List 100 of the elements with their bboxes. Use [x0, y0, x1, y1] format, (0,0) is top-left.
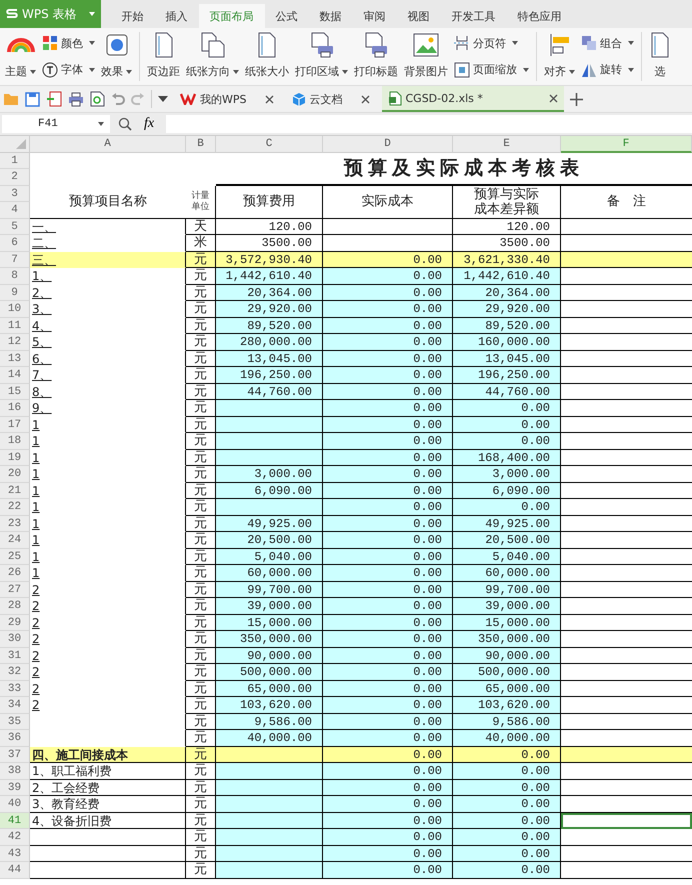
row-header[interactable]: 15 [0, 384, 30, 400]
ribbon-tab[interactable]: 视图 [396, 4, 441, 28]
ribbon-tab[interactable]: 特色应用 [506, 4, 573, 28]
ribbon-tab[interactable]: 开发工具 [440, 4, 507, 28]
row-header[interactable]: 29 [0, 614, 30, 631]
ribbon-button[interactable]: 选 [646, 28, 674, 85]
ribbon-tab[interactable]: 公式 [264, 4, 309, 28]
ribbon-button[interactable]: 组合 [578, 33, 637, 54]
row-header[interactable]: 37 [0, 746, 30, 763]
row-header[interactable]: 41 [0, 812, 30, 829]
table-cell[interactable] [561, 812, 692, 829]
app-menu-button[interactable]: WPS 表格 [0, 0, 101, 28]
row-header[interactable]: 2 [0, 169, 30, 186]
row-header[interactable]: 10 [0, 301, 30, 318]
table-cell[interactable] [561, 252, 692, 268]
row-header[interactable]: 25 [0, 548, 30, 565]
printer-icon[interactable] [68, 92, 84, 106]
row-header[interactable]: 8 [0, 268, 30, 284]
document-tab[interactable]: CGSD-02.xls * [382, 86, 564, 112]
save-icon[interactable] [25, 92, 40, 106]
row-header[interactable]: 4 [0, 202, 30, 218]
column-header[interactable]: D [323, 136, 453, 152]
column-header[interactable]: E [453, 136, 561, 152]
ribbon-tab[interactable]: 数据 [308, 4, 353, 28]
row-header[interactable]: 18 [0, 433, 30, 450]
ribbon-tab[interactable]: 插入 [154, 4, 199, 28]
row-header[interactable]: 39 [0, 780, 30, 796]
row-header[interactable]: 34 [0, 697, 30, 714]
ribbon-button[interactable]: 纸张方向 [183, 28, 242, 85]
row-header[interactable]: 22 [0, 499, 30, 516]
row-header[interactable]: 31 [0, 648, 30, 664]
row-header[interactable]: 42 [0, 829, 30, 846]
ribbon-button[interactable]: 效果 [98, 28, 135, 85]
row-header[interactable]: 26 [0, 565, 30, 582]
row-header[interactable]: 12 [0, 334, 30, 350]
table-cell: 0.00 [323, 730, 453, 746]
export-icon[interactable] [46, 91, 62, 107]
table-cell: 29,920.00 [453, 301, 561, 318]
ribbon-button[interactable]: 分页符 [451, 33, 532, 54]
column-header[interactable]: F [561, 136, 692, 152]
ribbon-button[interactable]: 旋转 [578, 60, 637, 80]
row-header[interactable]: 30 [0, 631, 30, 648]
insert-function-button[interactable]: fx [140, 116, 158, 132]
table-cell: 103,620.00 [453, 697, 561, 714]
row-header[interactable]: 5 [0, 218, 30, 235]
row-header[interactable]: 35 [0, 714, 30, 730]
column-header[interactable]: A [30, 136, 186, 152]
close-icon[interactable] [548, 94, 558, 102]
row-header[interactable]: 43 [0, 846, 30, 862]
ribbon-tab[interactable]: 页面布局 [198, 4, 265, 28]
column-heading: 预算项目名称 [30, 186, 186, 218]
row-header[interactable]: 14 [0, 367, 30, 384]
document-tab[interactable]: 我的WPS [174, 87, 280, 111]
ribbon-button[interactable]: 背景图片 [401, 28, 451, 85]
zoom-icon[interactable] [118, 117, 132, 131]
row-header[interactable]: 1 [0, 152, 30, 169]
close-icon[interactable] [264, 94, 274, 104]
table-cell: 0.00 [323, 862, 453, 878]
row-header[interactable]: 33 [0, 680, 30, 697]
row-header[interactable]: 3 [0, 186, 30, 202]
new-tab-icon[interactable] [570, 92, 582, 106]
ribbon-button[interactable]: 打印标题 [351, 28, 401, 85]
row-header[interactable]: 20 [0, 466, 30, 482]
document-tab[interactable]: 云文档 [286, 87, 376, 111]
print-preview-icon[interactable] [90, 91, 105, 107]
row-header[interactable]: 16 [0, 400, 30, 416]
row-header[interactable]: 44 [0, 862, 30, 878]
ribbon-button[interactable]: 纸张大小 [242, 28, 292, 85]
table-cell: 2 [30, 697, 186, 714]
ribbon-button[interactable]: 页边距 [144, 28, 183, 85]
row-header[interactable]: 27 [0, 582, 30, 598]
column-header[interactable]: C [216, 136, 323, 152]
column-header[interactable]: B [186, 136, 216, 152]
ribbon-tab[interactable]: 审阅 [352, 4, 397, 28]
row-header[interactable]: 23 [0, 516, 30, 532]
row-header[interactable]: 11 [0, 318, 30, 334]
row-header[interactable]: 28 [0, 598, 30, 614]
ribbon-button[interactable]: 主题 [2, 28, 39, 85]
dropdown-icon[interactable] [158, 96, 168, 102]
table-cell[interactable] [561, 746, 692, 763]
row-header[interactable]: 24 [0, 532, 30, 548]
ribbon-button[interactable]: 对齐 [541, 28, 578, 85]
ribbon-button[interactable]: 页面缩放 [451, 60, 532, 80]
row-header[interactable]: 6 [0, 235, 30, 252]
ribbon-tab[interactable]: 开始 [110, 4, 155, 28]
row-header[interactable]: 38 [0, 763, 30, 780]
name-box[interactable]: F41 [2, 115, 110, 133]
row-header[interactable]: 21 [0, 482, 30, 499]
row-header[interactable]: 32 [0, 664, 30, 680]
row-header[interactable]: 7 [0, 252, 30, 268]
ribbon-button[interactable]: 颜色 [39, 33, 98, 54]
row-header[interactable]: 17 [0, 416, 30, 433]
ribbon-button[interactable]: 字体 [39, 60, 98, 80]
row-header[interactable]: 40 [0, 796, 30, 812]
row-header[interactable]: 9 [0, 284, 30, 301]
row-header[interactable]: 13 [0, 350, 30, 367]
ribbon-button[interactable]: 打印区域 [292, 28, 351, 85]
row-header[interactable]: 36 [0, 730, 30, 746]
close-icon[interactable] [360, 94, 370, 104]
row-header[interactable]: 19 [0, 450, 30, 466]
